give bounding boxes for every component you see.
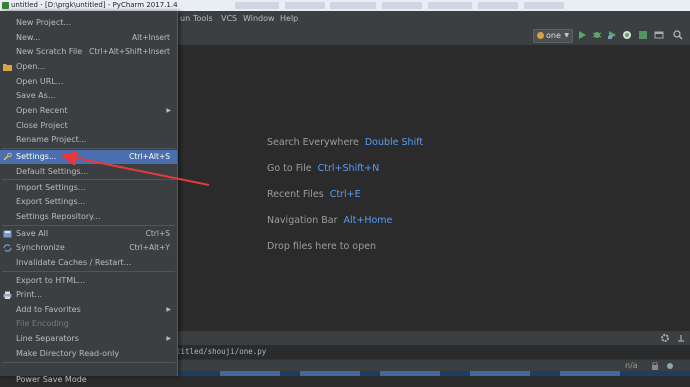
taskbar-item[interactable] xyxy=(220,371,280,376)
menu-separator xyxy=(2,225,175,226)
menu-tools[interactable]: Tools xyxy=(193,11,213,26)
menu-item-export-settings[interactable]: Export Settings... xyxy=(0,195,177,209)
menu-item-rename-project[interactable]: Rename Project... xyxy=(0,133,177,147)
background-window-tab[interactable] xyxy=(330,2,376,9)
debug-icon[interactable] xyxy=(592,30,602,40)
search-icon[interactable] xyxy=(673,30,683,40)
menu-item-open[interactable]: Open... xyxy=(0,60,177,74)
print-icon xyxy=(3,291,12,299)
menu-window[interactable]: Window xyxy=(243,11,275,26)
menu-item-open-url[interactable]: Open URL... xyxy=(0,75,177,89)
taskbar-item[interactable] xyxy=(470,371,530,376)
lock-icon[interactable] xyxy=(651,362,659,370)
submenu-arrow-icon: ▶ xyxy=(166,306,171,313)
hint-go-to-file: Go to File Ctrl+Shift+N xyxy=(267,163,380,174)
menu-item-close-project[interactable]: Close Project xyxy=(0,119,177,133)
run-configuration-label: one xyxy=(546,31,561,40)
taskbar-item[interactable] xyxy=(380,371,440,376)
hint-key: Ctrl+Shift+N xyxy=(317,163,380,174)
layout-icon[interactable] xyxy=(654,30,664,40)
hint-navigation-bar: Navigation Bar Alt+Home xyxy=(267,215,393,226)
window-title: untitled - [D:\prgk\untitled] - PyCharm … xyxy=(11,1,178,9)
taskbar-item[interactable] xyxy=(300,371,360,376)
menu-item-save-as[interactable]: Save As... xyxy=(0,89,177,103)
hide-panel-icon[interactable] xyxy=(676,333,686,343)
hint-recent-files: Recent Files Ctrl+E xyxy=(267,189,361,200)
menu-item-make-read-only[interactable]: Make Directory Read-only xyxy=(0,347,177,361)
menu-item-power-save-mode[interactable]: Power Save Mode xyxy=(0,373,177,387)
menu-item-file-encoding: File Encoding xyxy=(16,319,69,328)
save-icon xyxy=(3,230,12,238)
menu-item-open-recent[interactable]: Open Recent ▶ xyxy=(0,104,177,118)
menu-item-save-all[interactable]: Save All Ctrl+S xyxy=(0,227,177,241)
profile-icon[interactable] xyxy=(622,30,632,40)
sync-icon xyxy=(3,244,12,252)
menu-item-line-separators[interactable]: Line Separators ▶ xyxy=(0,332,177,346)
hint-key: Ctrl+E xyxy=(329,189,361,200)
menu-item-add-to-favorites[interactable]: Add to Favorites ▶ xyxy=(0,303,177,317)
menu-item-new[interactable]: New... Alt+Insert xyxy=(0,31,177,45)
menu-separator xyxy=(2,271,175,272)
menu-item-print[interactable]: Print... xyxy=(0,288,177,302)
script-path: titled/shouji/one.py xyxy=(176,347,267,356)
inspector-icon[interactable] xyxy=(666,362,674,370)
folder-icon xyxy=(3,64,12,71)
menu-separator xyxy=(2,362,175,363)
menu-item-export-to-html[interactable]: Export to HTML... xyxy=(0,274,177,288)
menu-vcs[interactable]: VCS xyxy=(221,11,237,26)
hint-key: Double Shift xyxy=(364,137,424,148)
menu-item-synchronize[interactable]: Synchronize Ctrl+Alt+Y xyxy=(0,241,177,255)
submenu-arrow-icon: ▶ xyxy=(166,335,171,342)
menu-item-import-settings[interactable]: Import Settings... xyxy=(0,181,177,195)
menu-item-default-settings[interactable]: Default Settings... xyxy=(0,165,177,179)
menu-item-settings[interactable]: Settings... Ctrl+Alt+S xyxy=(0,150,177,164)
background-window-tab[interactable] xyxy=(382,2,422,9)
menu-item-invalidate-caches[interactable]: Invalidate Caches / Restart... xyxy=(0,256,177,270)
stop-icon[interactable] xyxy=(638,30,648,40)
menu-run[interactable]: un xyxy=(180,11,190,26)
menu-item-settings-repository[interactable]: Settings Repository... xyxy=(0,210,177,224)
background-window-tab[interactable] xyxy=(285,2,325,9)
run-icon[interactable] xyxy=(577,30,587,40)
coverage-icon[interactable] xyxy=(607,30,617,40)
wrench-icon xyxy=(3,153,12,161)
chevron-down-icon: ▼ xyxy=(564,32,569,39)
gear-icon[interactable] xyxy=(660,333,670,343)
menu-separator xyxy=(2,179,175,180)
run-configuration-select[interactable]: one ▼ xyxy=(533,29,573,43)
hint-search-everywhere: Search Everywhere Double Shift xyxy=(267,137,424,148)
file-menu-dropdown: New Project... New... Alt+Insert New Scr… xyxy=(0,11,178,384)
hint-drop-files: Drop files here to open xyxy=(267,241,377,252)
background-window-tab[interactable] xyxy=(235,2,279,9)
pycharm-app-icon xyxy=(2,2,9,9)
background-window-tab[interactable] xyxy=(428,2,472,9)
menu-help[interactable]: Help xyxy=(280,11,298,26)
submenu-arrow-icon: ▶ xyxy=(166,107,171,114)
taskbar-item[interactable] xyxy=(560,371,620,376)
menu-separator xyxy=(2,148,175,149)
hint-key: Alt+Home xyxy=(343,215,393,226)
background-window-tab[interactable] xyxy=(524,2,564,9)
python-config-icon xyxy=(537,32,544,39)
menu-item-new-scratch-file[interactable]: New Scratch File Ctrl+Alt+Shift+Insert xyxy=(0,45,177,59)
menu-item-new-project[interactable]: New Project... xyxy=(0,16,177,30)
background-window-tab[interactable] xyxy=(478,2,518,9)
